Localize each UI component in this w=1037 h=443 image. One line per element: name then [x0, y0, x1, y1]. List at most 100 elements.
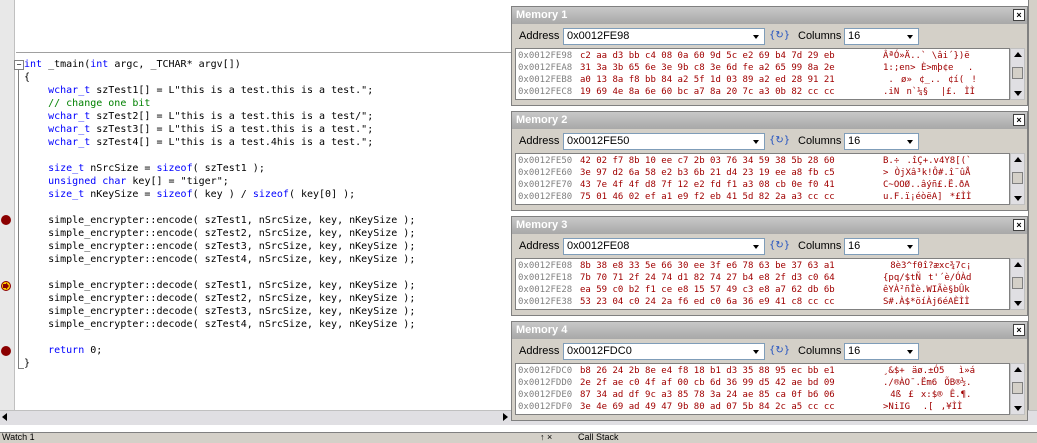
memory-row-hex[interactable]: 42 02 f7 8b 10 ee c7 2b 03 76 34 59 38 5… [580, 155, 835, 167]
memory-row-hex[interactable]: a0 13 8a f8 bb 84 a2 5f 1d 03 89 a2 ed 2… [580, 74, 835, 86]
memory-row-hex[interactable]: 87 34 ad df 9c a3 85 78 3a 24 ae 85 ca 0… [580, 389, 835, 401]
memory-window-title[interactable]: Memory 3 [512, 217, 1027, 234]
reevaluate-icon[interactable]: {↻} [769, 238, 790, 255]
memory-window[interactable]: Memory 3 × Address 0x0012FE08 {↻} Columns 16 0x… [511, 216, 1028, 316]
breakpoint-icon[interactable] [1, 215, 11, 225]
columns-select[interactable]: 16 [844, 133, 919, 150]
scroll-up-icon[interactable] [1014, 367, 1022, 372]
memory-window[interactable]: Memory 1 × Address 0x0012FE98 {↻} Columns 16 0x… [511, 6, 1028, 106]
watch-tab[interactable]: Watch 1 [2, 432, 35, 442]
memory-row-ascii[interactable]: >Ni­IG­.[,¥ÌÌ [883, 401, 962, 413]
memory-row-ascii[interactable]: >ÒjXâ³k!Ô#.î¨ûÅ [883, 167, 970, 179]
code-line[interactable]: simple_encrypter::decode( szTest2, nSrcS… [24, 292, 415, 305]
code-line[interactable]: simple_encrypter::encode( szTest2, nSrcS… [24, 227, 415, 240]
memory-row-hex[interactable]: c2 aa d3 bb c4 08 0a 60 9d 5c e2 69 b4 7… [580, 50, 835, 62]
memory-row-hex[interactable]: 75 01 46 02 ef a1 e9 f2 eb 41 5d 82 2a a… [580, 191, 835, 203]
vertical-scrollbar[interactable] [1010, 48, 1025, 100]
fold-toggle-icon[interactable]: − [14, 60, 24, 70]
code-line[interactable]: wchar_t szTest2[] = L"this is a test.thi… [24, 110, 373, 123]
close-icon[interactable]: × [1013, 219, 1025, 231]
code-line[interactable]: } [24, 357, 30, 370]
scroll-thumb[interactable] [1012, 277, 1023, 289]
scroll-right-icon[interactable] [503, 413, 508, 421]
memory-row-hex[interactable]: 3e 4e 69 ad 49 47 9b 80 ad 07 5b 84 2c a… [580, 401, 835, 413]
memory-window-title[interactable]: Memory 4 [512, 322, 1027, 339]
code-line[interactable]: size_t nSrcSize = sizeof( szTest1 ); [24, 162, 265, 175]
memory-row-ascii[interactable]: S#.À$*öíÀj6éAÈÌÌ [883, 296, 970, 308]
columns-select[interactable]: 16 [844, 28, 919, 45]
memory-row-hex[interactable]: 8b 38 e8 33 5e 66 30 ee 3f e6 78 63 be 3… [580, 260, 835, 272]
memory-row-hex[interactable]: ea 59 c0 b2 f1 ce e8 15 57 49 c3 e8 a7 6… [580, 284, 835, 296]
address-input[interactable]: 0x0012FDC0 [563, 343, 765, 360]
memory-row-hex[interactable]: 3e 97 d2 6a 58 e2 b3 6b 21 d4 23 19 ee a… [580, 167, 835, 179]
code-line[interactable]: unsigned char key[] = "tiger"; [24, 175, 229, 188]
scroll-down-icon[interactable] [1014, 406, 1022, 411]
reevaluate-icon[interactable]: {↻} [769, 133, 790, 150]
memory-grid[interactable]: 0x0012FDC0 b8 26 24 2b 8e e4 f8 18 b1 d3 … [515, 363, 1010, 415]
panel-pin-close-icons[interactable]: ↑ × [540, 432, 552, 442]
memory-row-ascii[interactable]: 8è3^f0î?æxc¾7c¡ [883, 260, 971, 272]
memory-row-hex[interactable]: 7b 70 71 2f 24 74 d1 82 74 27 b4 e8 2f d… [580, 272, 835, 284]
chevron-down-icon[interactable] [904, 240, 917, 253]
scroll-up-icon[interactable] [1014, 157, 1022, 162]
memory-row-ascii[interactable]: .iNn`¼§ |£.ÌÌ [883, 86, 975, 98]
vertical-scrollbar[interactable] [1010, 258, 1025, 310]
code-line[interactable]: size_t nKeySize = sizeof( key ) / sizeof… [24, 188, 355, 201]
memory-window[interactable]: Memory 4 × Address 0x0012FDC0 {↻} Columns 16 0x… [511, 321, 1028, 421]
memory-window-title[interactable]: Memory 2 [512, 112, 1027, 129]
memory-grid[interactable]: 0x0012FE98 c2 aa d3 bb c4 08 0a 60 9d 5c … [515, 48, 1010, 100]
scroll-down-icon[interactable] [1014, 196, 1022, 201]
vertical-scrollbar[interactable] [1010, 363, 1025, 415]
close-icon[interactable]: × [1013, 9, 1025, 21]
chevron-down-icon[interactable] [750, 135, 763, 148]
scroll-up-icon[interactable] [1014, 52, 1022, 57]
chevron-down-icon[interactable] [904, 345, 917, 358]
memory-row-ascii[interactable]: C~OOØ..âýñ£.Ë.ðA [883, 179, 970, 191]
call-stack-tab[interactable]: Call Stack [578, 432, 619, 442]
memory-row-hex[interactable]: 53 23 04 c0 24 2a f6 ed c0 6a 36 e9 41 c… [580, 296, 835, 308]
memory-row-ascii[interactable]: B.÷.îÇ+.v4Y8[(` [883, 155, 971, 167]
code-line[interactable]: wchar_t szTest1[] = L"this is a test.thi… [24, 84, 373, 97]
chevron-down-icon[interactable] [904, 135, 917, 148]
code-line[interactable]: simple_encrypter::decode( szTest4, nSrcS… [24, 318, 415, 331]
memory-row-ascii[interactable]: u.F.ï¡éòëA]*£ÌÌ [883, 191, 971, 203]
close-icon[interactable]: × [1013, 114, 1025, 126]
columns-select[interactable]: 16 [844, 238, 919, 255]
scroll-left-icon[interactable] [2, 413, 7, 421]
memory-row-ascii[interactable]: ÂªÓ»Ä..`\âi´})ë [883, 50, 970, 62]
memory-row-hex[interactable]: b8 26 24 2b 8e e4 f8 18 b1 d3 35 88 95 e… [580, 365, 835, 377]
chevron-down-icon[interactable] [750, 30, 763, 43]
code-line[interactable]: simple_encrypter::encode( szTest3, nSrcS… [24, 240, 415, 253]
breakpoint-gutter[interactable] [0, 0, 15, 410]
memory-row-hex[interactable]: 31 3a 3b 65 6e 3e 9b c8 3e 6d fe a2 65 9… [580, 62, 835, 74]
reevaluate-icon[interactable]: {↻} [769, 343, 790, 360]
memory-row-hex[interactable]: 19 69 4e 8a 6e 60 bc a7 8a 20 7c a3 0b 8… [580, 86, 835, 98]
columns-select[interactable]: 16 [844, 343, 919, 360]
memory-row-ascii[interactable]: ./®ÀO¯.Ëm6ÕB®½. [883, 377, 971, 389]
breakpoint-icon[interactable] [1, 346, 11, 356]
code-line[interactable]: simple_encrypter::decode( szTest1, nSrcS… [24, 279, 415, 292]
memory-row-ascii[interactable]: {pq/$tÑt'´è/ÓÀd [883, 272, 971, 284]
code-line[interactable]: // change one bit [24, 97, 150, 110]
chevron-down-icon[interactable] [750, 345, 763, 358]
memory-row-ascii[interactable]: êYÀ²ñÎè.WIÃè§bÛk [883, 284, 970, 296]
code-line[interactable]: int _tmain(int argc, _TCHAR* argv[]) [24, 58, 241, 71]
memory-row-hex[interactable]: 2e 2f ae c0 4f af 00 cb 6d 36 99 d5 42 a… [580, 377, 835, 389]
memory-window-title[interactable]: Memory 1 [512, 7, 1027, 24]
scroll-down-icon[interactable] [1014, 91, 1022, 96]
scroll-thumb[interactable] [1012, 172, 1023, 184]
address-input[interactable]: 0x0012FE08 [563, 238, 765, 255]
vertical-scrollbar[interactable] [1010, 153, 1025, 205]
memory-row-ascii[interactable]: ¸&$+äø.±Ó5ì»á [883, 365, 975, 377]
scroll-up-icon[interactable] [1014, 262, 1022, 267]
scroll-thumb[interactable] [1012, 67, 1023, 79]
code-line[interactable]: wchar_t szTest4[] = L"this is a test.4hi… [24, 136, 373, 149]
code-line[interactable]: simple_encrypter::encode( szTest4, nSrcS… [24, 253, 415, 266]
address-input[interactable]: 0x0012FE98 [563, 28, 765, 45]
code-line[interactable]: { [24, 71, 30, 84]
memory-row-ascii[interactable]: 1:;en>È>mþ¢e. [883, 62, 973, 74]
code-line[interactable]: wchar_t szTest3[] = L"this iS a test.thi… [24, 123, 373, 136]
memory-row-ascii[interactable]: .ø»¢_..¢í(! [883, 74, 976, 86]
scroll-thumb[interactable] [1012, 382, 1023, 394]
memory-window[interactable]: Memory 2 × Address 0x0012FE50 {↻} Columns 16 0x… [511, 111, 1028, 211]
